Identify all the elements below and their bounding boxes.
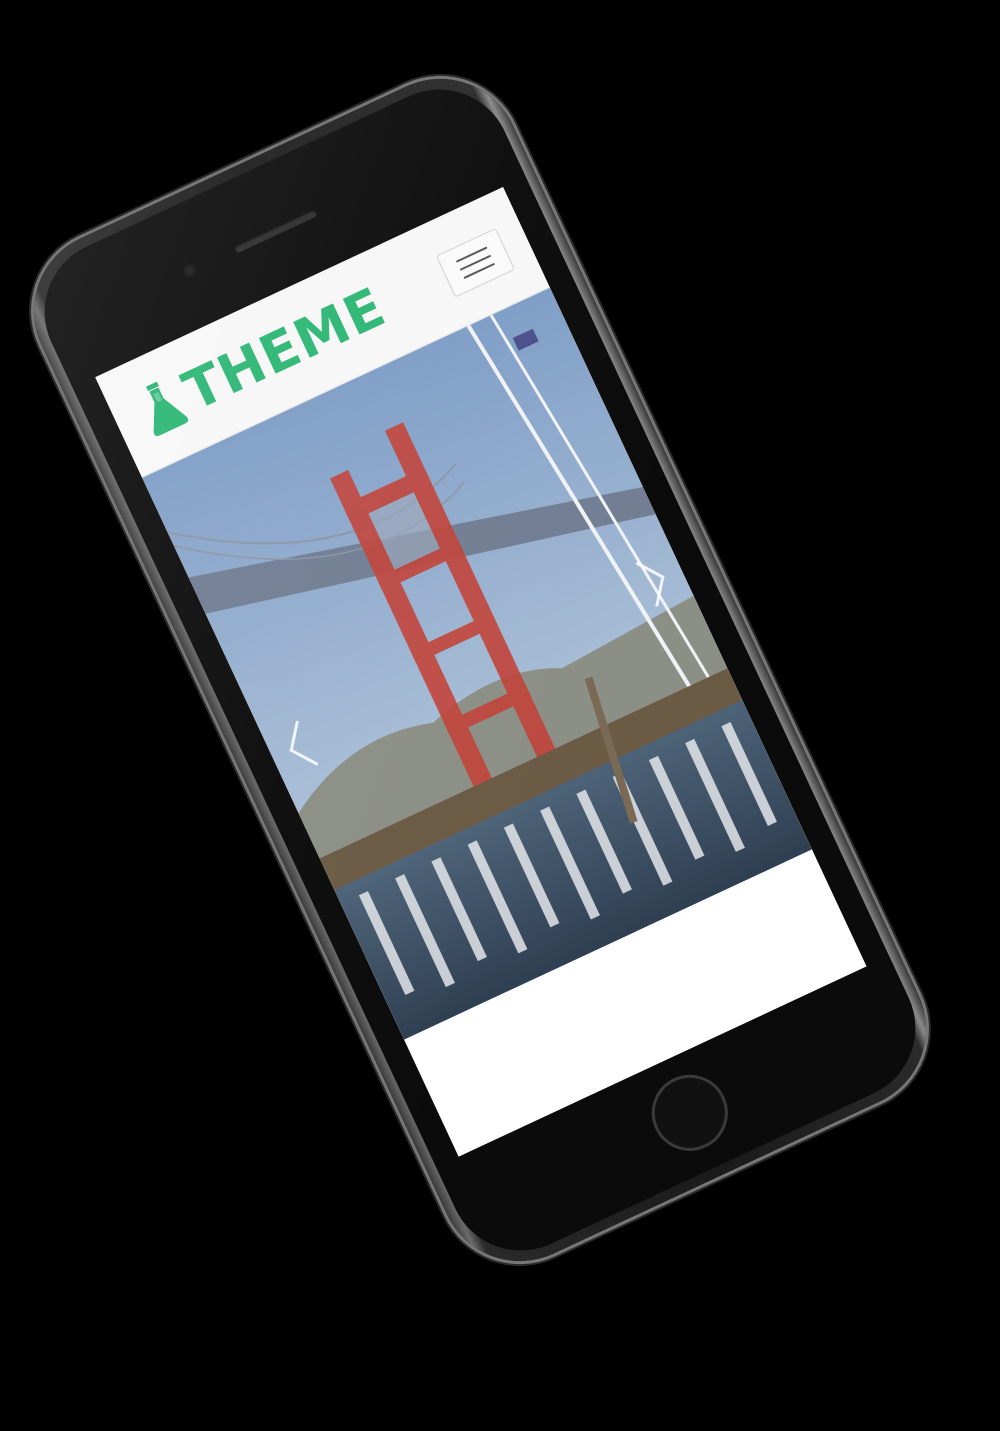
device-mockup-stage: THEME bbox=[0, 0, 1000, 1431]
front-camera-icon bbox=[182, 263, 197, 279]
earpiece-speaker bbox=[232, 208, 318, 254]
smartphone-device: THEME bbox=[7, 52, 953, 1288]
home-button[interactable] bbox=[639, 1062, 741, 1164]
hamburger-menu-button[interactable] bbox=[435, 227, 516, 298]
